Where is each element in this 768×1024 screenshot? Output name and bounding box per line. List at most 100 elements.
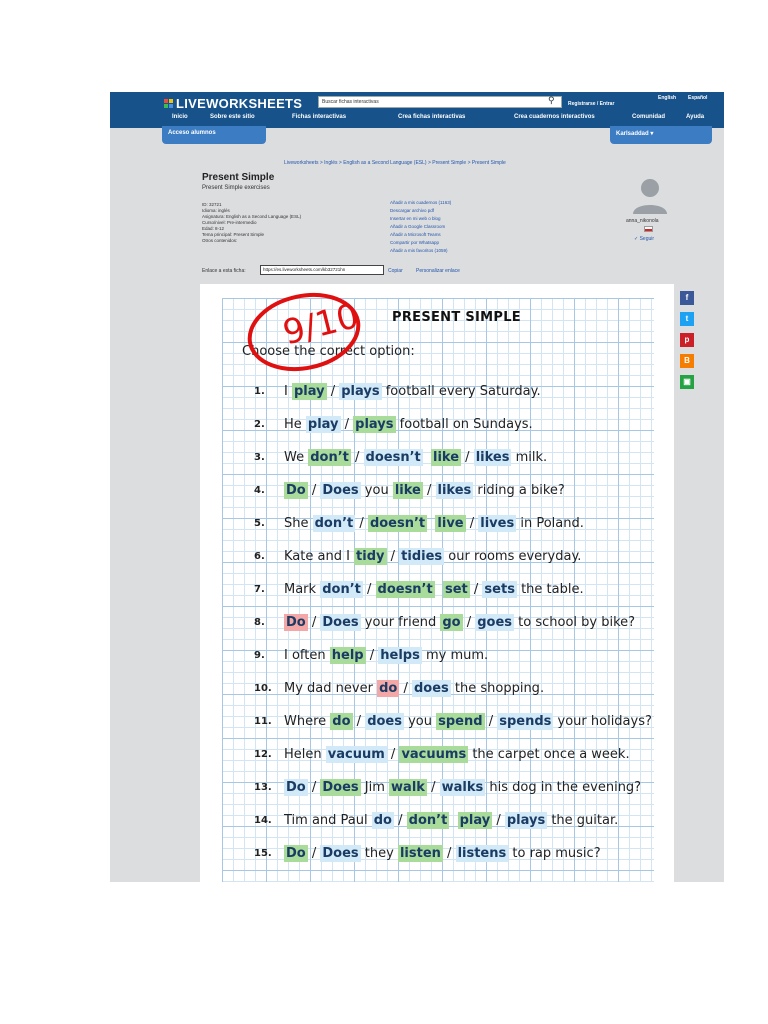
answer-option-correct[interactable]: play: [291, 382, 327, 400]
answer-option-plain[interactable]: listens: [455, 844, 509, 862]
answer-option-plain[interactable]: walks: [439, 778, 486, 796]
answer-option-correct[interactable]: Do: [284, 844, 308, 862]
copy-link-button[interactable]: Copiar: [388, 268, 403, 274]
follow-link[interactable]: ✓ Seguir: [634, 236, 654, 242]
action-google-classroom[interactable]: Añadir a Google Classroom: [390, 224, 445, 229]
answer-option-correct[interactable]: vacuums: [399, 745, 469, 763]
answer-option-plain[interactable]: Does: [320, 613, 361, 631]
answer-option-correct[interactable]: Does: [320, 778, 361, 796]
item-number: 8.: [254, 616, 265, 628]
nav-item-worksheets[interactable]: Fichas interactivas: [292, 114, 346, 120]
answer-option-plain[interactable]: doesn’t: [363, 448, 423, 466]
answer-option-correct[interactable]: walk: [389, 778, 427, 796]
sentence-text: [449, 813, 457, 828]
sentence-text: /: [307, 779, 321, 795]
nav-item-help[interactable]: Ayuda: [686, 114, 704, 120]
answer-option-correct[interactable]: help: [329, 646, 366, 664]
worksheet-subtitle: Present Simple exercises: [202, 185, 270, 191]
action-add-workbook[interactable]: Añadir a mis cuadernos (1163): [390, 200, 451, 205]
classroom-icon[interactable]: ▣: [680, 375, 694, 389]
answer-option-plain[interactable]: play: [305, 415, 341, 433]
answer-option-plain[interactable]: vacuum: [325, 745, 387, 763]
avatar[interactable]: [630, 176, 670, 216]
answer-option-correct[interactable]: set: [442, 580, 470, 598]
answer-option-correct[interactable]: don’t: [308, 448, 351, 466]
answer-option-correct[interactable]: play: [457, 811, 493, 829]
author-name[interactable]: anna_nikonola: [626, 218, 659, 224]
answer-option-correct[interactable]: do: [330, 712, 353, 730]
answer-option-plain[interactable]: Does: [320, 481, 361, 499]
answer-option-plain[interactable]: likes: [473, 448, 512, 466]
action-embed[interactable]: Insertar en mi web o blog: [390, 216, 441, 221]
answer-option-plain[interactable]: does: [365, 712, 404, 730]
pinterest-icon[interactable]: p: [680, 333, 694, 347]
answer-option-correct[interactable]: like: [431, 448, 462, 466]
answer-option-wrong[interactable]: do: [377, 679, 400, 697]
sentence-text: you: [403, 713, 437, 729]
action-download-pdf[interactable]: Descargar archivo pdf: [390, 208, 434, 213]
answer-option-correct[interactable]: Do: [284, 481, 308, 499]
sentence-text: to rap music?: [508, 845, 601, 861]
lang-spanish-link[interactable]: Español: [688, 95, 707, 101]
answer-option-plain[interactable]: do: [371, 811, 394, 829]
exercise-item: 14. Tim and Paul do / don’t play / plays …: [254, 809, 618, 831]
action-microsoft-teams[interactable]: Añadir a Microsoft Teams: [390, 232, 441, 237]
answer-option-plain[interactable]: Does: [320, 844, 361, 862]
answer-option-correct[interactable]: don’t: [406, 811, 450, 829]
customize-link-button[interactable]: Personalizar enlace: [416, 268, 460, 274]
sentence-text: /: [426, 779, 440, 795]
answer-option-plain[interactable]: sets: [482, 580, 517, 598]
answer-option-correct[interactable]: plays: [353, 415, 396, 433]
answer-option-correct[interactable]: go: [440, 613, 463, 631]
action-favorites[interactable]: Añadir a mis favoritos (1059): [390, 248, 448, 253]
nav-item-inicio[interactable]: Inicio: [172, 114, 188, 120]
share-link-field[interactable]: https://es.liveworksheets.com/kb32721hn: [260, 265, 384, 275]
answer-option-correct[interactable]: doesn’t: [367, 514, 428, 532]
answer-option-plain[interactable]: plays: [339, 382, 382, 400]
exercise-item: 3. We don’t / doesn’t like / likes milk.: [254, 446, 547, 468]
answer-option-plain[interactable]: lives: [478, 514, 517, 532]
sentence-text: riding a bike?: [473, 482, 565, 498]
sentence-text: /: [465, 515, 479, 531]
item-number: 14.: [254, 814, 272, 826]
sentence-text: /: [350, 449, 364, 465]
answer-option-correct[interactable]: like: [392, 481, 423, 499]
answer-option-correct[interactable]: doesn’t: [375, 580, 435, 598]
answer-option-plain[interactable]: goes: [475, 613, 515, 631]
nav-item-create-workbooks[interactable]: Crea cuadernos interactivos: [514, 114, 595, 120]
answer-option-correct[interactable]: spend: [436, 712, 485, 730]
students-access-button[interactable]: Acceso alumnos: [162, 126, 266, 144]
twitter-icon[interactable]: t: [680, 312, 694, 326]
search-input[interactable]: Buscar fichas interactivas: [318, 96, 562, 108]
poland-flag-icon: [644, 226, 653, 232]
answer-option-plain[interactable]: Do: [284, 778, 308, 796]
nav-item-community[interactable]: Comunidad: [632, 114, 665, 120]
answer-option-plain[interactable]: spends: [497, 712, 554, 730]
answer-option-correct[interactable]: listen: [397, 844, 443, 862]
sentence-text: [423, 450, 431, 465]
answer-option-plain[interactable]: likes: [435, 481, 474, 499]
lang-english-link[interactable]: English: [658, 95, 676, 101]
facebook-icon[interactable]: f: [680, 291, 694, 305]
answer-option-plain[interactable]: tidies: [399, 547, 445, 565]
answer-option-plain[interactable]: helps: [378, 646, 422, 664]
nav-item-about[interactable]: Sobre este sitio: [210, 114, 255, 120]
answer-option-plain[interactable]: does: [411, 679, 451, 697]
exercise-item: 6. Kate and I tidy / tidies our rooms eve…: [254, 545, 581, 567]
answer-option-plain[interactable]: plays: [504, 811, 548, 829]
blogger-icon[interactable]: B: [680, 354, 694, 368]
answer-option-plain[interactable]: don’t: [312, 514, 356, 532]
user-menu-button[interactable]: Karlsaddad ▾: [610, 126, 712, 144]
search-icon[interactable]: ⚲: [548, 95, 555, 106]
answer-option-plain[interactable]: don’t: [320, 580, 363, 598]
register-link[interactable]: Registrarse / Entrar: [568, 101, 614, 107]
site-logo[interactable]: LIVEWORKSHEETS: [164, 96, 302, 111]
sentence-text: /: [307, 845, 321, 861]
item-number: 6.: [254, 550, 265, 562]
answer-option-correct[interactable]: live: [435, 514, 466, 532]
nav-item-create-worksheets[interactable]: Crea fichas interactivas: [398, 114, 465, 120]
answer-option-correct[interactable]: tidy: [354, 547, 387, 565]
action-whatsapp[interactable]: Compartir por Whatsapp: [390, 240, 439, 245]
answer-option-wrong[interactable]: Do: [284, 613, 308, 631]
breadcrumb[interactable]: Liveworksheets > Inglés > English as a S…: [284, 160, 506, 166]
